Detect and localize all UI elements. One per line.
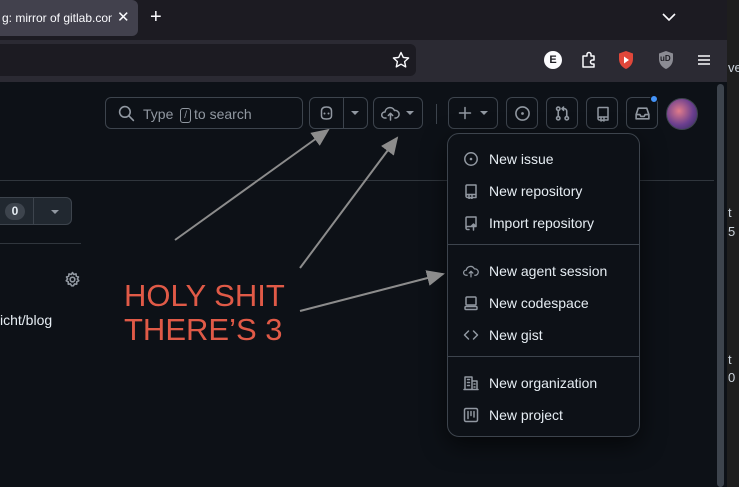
code-icon xyxy=(463,330,479,340)
copilot-icon xyxy=(320,106,333,120)
issues-button[interactable] xyxy=(506,97,538,129)
hamburger-menu-icon[interactable] xyxy=(693,49,715,71)
menu-item-new-issue[interactable]: New issue xyxy=(463,145,633,173)
url-bar[interactable] xyxy=(0,44,416,76)
menu-divider xyxy=(448,244,639,245)
issue-opened-icon xyxy=(515,106,530,121)
extension-e-icon[interactable]: E xyxy=(542,49,564,71)
copilot-caret-down-icon[interactable] xyxy=(349,108,361,118)
right-fragment: 0 xyxy=(728,370,736,385)
menu-item-label: New gist xyxy=(489,327,543,343)
menu-item-label: New agent session xyxy=(489,263,608,279)
repo-link[interactable]: icht/blog xyxy=(0,312,52,328)
annotation-line-1: HOLY SHIT xyxy=(124,278,285,313)
browser-tab-bar: g: mirror of gitlab.com/ ✕ + xyxy=(0,0,739,40)
menu-item-label: Import repository xyxy=(489,215,595,231)
search-placeholder: Type / to search xyxy=(143,106,252,123)
copilot-button-group xyxy=(309,97,368,129)
menu-item-label: New organization xyxy=(489,375,598,391)
search-shortcut-key: / xyxy=(180,108,192,123)
codespaces-icon xyxy=(464,296,478,311)
tab-title: g: mirror of gitlab.com/ xyxy=(2,11,112,25)
repositories-button[interactable] xyxy=(586,97,618,129)
agents-caret-down-icon xyxy=(406,111,414,115)
cloud-agent-icon xyxy=(381,106,400,121)
notification-indicator xyxy=(650,95,658,103)
cloud-agent-icon xyxy=(463,265,479,278)
counter-caret-down-icon[interactable] xyxy=(49,207,61,217)
menu-item-new-agent-session[interactable]: New agent session xyxy=(463,257,633,285)
counter-divider xyxy=(33,198,34,224)
organization-icon xyxy=(463,376,479,391)
counter-button[interactable]: 0 xyxy=(0,197,72,225)
right-fragment: ve xyxy=(728,60,739,75)
right-fragment: 5 xyxy=(728,224,736,239)
pull-requests-button[interactable] xyxy=(546,97,578,129)
menu-item-label: New project xyxy=(489,407,563,423)
menu-item-new-project[interactable]: New project xyxy=(463,401,633,429)
repo-icon xyxy=(465,184,477,199)
counter-badge: 0 xyxy=(5,203,25,220)
avatar[interactable] xyxy=(666,98,698,130)
repo-icon xyxy=(597,106,609,122)
left-panel-divider xyxy=(0,243,81,244)
search-prefix: Type xyxy=(143,106,174,122)
brave-shield-icon[interactable] xyxy=(615,49,637,71)
issue-opened-icon xyxy=(464,152,478,166)
scrollbar-thumb[interactable] xyxy=(717,84,724,487)
active-tab[interactable]: g: mirror of gitlab.com/ ✕ xyxy=(0,0,138,36)
inbox-icon xyxy=(635,107,650,120)
menu-item-new-gist[interactable]: New gist xyxy=(463,321,633,349)
menu-item-new-repository[interactable]: New repository xyxy=(463,177,633,205)
agents-button[interactable] xyxy=(373,97,423,129)
project-icon xyxy=(463,407,479,423)
menu-item-new-organization[interactable]: New organization xyxy=(463,369,633,397)
copilot-split-divider xyxy=(343,98,344,128)
repo-push-icon xyxy=(465,216,477,231)
menu-divider xyxy=(448,356,639,357)
ublock-shield-icon[interactable]: uD xyxy=(655,49,677,71)
browser-toolbar: E uD xyxy=(0,40,739,82)
menu-item-label: New repository xyxy=(489,183,583,199)
menu-item-label: New codespace xyxy=(489,295,589,311)
new-tab-button[interactable]: + xyxy=(150,6,162,29)
annotation-line-2: THERE’S 3 xyxy=(124,312,283,347)
create-new-menu: New issue New repository Import reposito… xyxy=(447,133,640,437)
header-vertical-divider xyxy=(436,104,437,124)
git-pull-request-icon xyxy=(555,106,570,121)
extension-e-badge: E xyxy=(544,51,562,69)
search-input[interactable]: Type / to search xyxy=(105,97,303,129)
search-suffix: to search xyxy=(194,106,252,122)
extensions-puzzle-icon[interactable] xyxy=(578,49,600,71)
list-all-tabs-icon[interactable] xyxy=(660,8,678,26)
bookmark-star-icon[interactable] xyxy=(391,50,411,70)
plus-icon xyxy=(458,106,472,120)
menu-item-import-repository[interactable]: Import repository xyxy=(463,209,633,237)
menu-item-label: New issue xyxy=(489,151,554,167)
search-icon xyxy=(118,105,135,122)
ublock-badge: uD xyxy=(660,54,671,63)
tab-close-icon[interactable]: ✕ xyxy=(117,8,130,26)
create-new-button[interactable] xyxy=(448,97,498,129)
right-fragment: t xyxy=(728,352,732,367)
menu-item-new-codespace[interactable]: New codespace xyxy=(463,289,633,317)
copilot-button[interactable] xyxy=(310,98,343,128)
gear-icon[interactable] xyxy=(64,271,81,288)
create-caret-down-icon xyxy=(480,111,488,115)
annotation-text: HOLY SHIT THERE’S 3 xyxy=(124,279,285,347)
right-fragment: t xyxy=(728,205,732,220)
